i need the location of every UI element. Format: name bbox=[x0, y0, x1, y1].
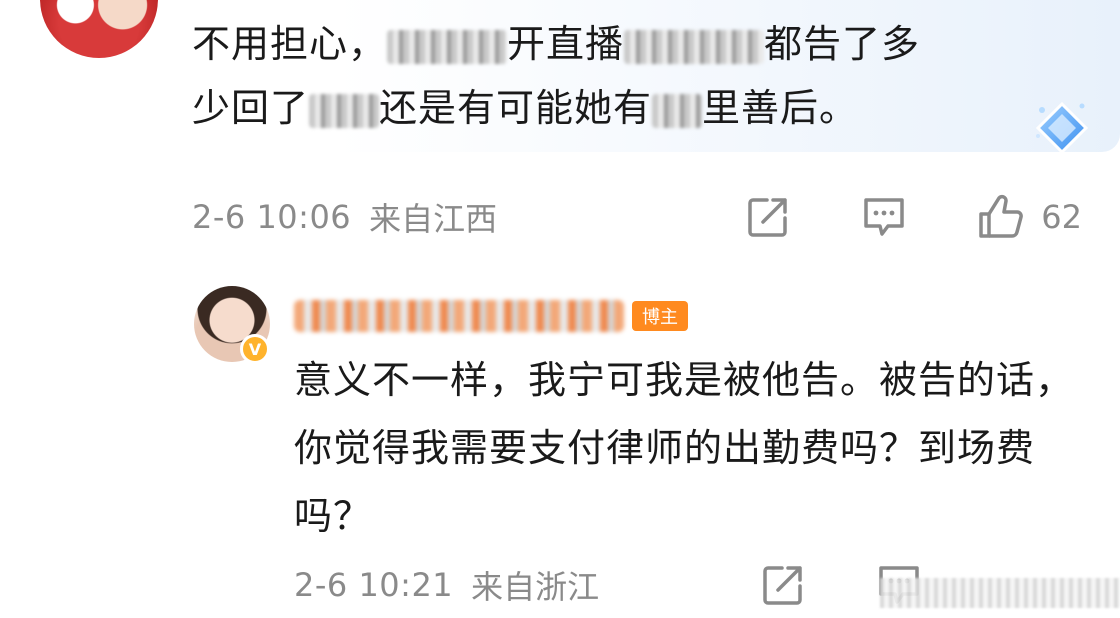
reply-location: 来自浙江 bbox=[471, 568, 600, 606]
redacted-text bbox=[309, 93, 380, 128]
comment-text-part: 少回了 bbox=[192, 86, 310, 130]
share-icon bbox=[763, 566, 802, 605]
comment-time: 2-6 10:06 bbox=[192, 198, 352, 236]
redacted-text bbox=[387, 29, 508, 64]
reply-time: 2-6 10:21 bbox=[294, 566, 454, 604]
comment-location: 来自江西 bbox=[369, 200, 498, 238]
comment-item: 不用担心， 开直播 都告了多 少回了 还是有可能她有 里善后。 2-6 10:06 bbox=[0, 0, 1120, 270]
comment-icon bbox=[864, 198, 905, 236]
redacted-text bbox=[624, 29, 765, 64]
redacted-username bbox=[294, 300, 624, 332]
comment-text-part: 都告了多 bbox=[764, 22, 921, 66]
comment-text-part: 还是有可能她有 bbox=[379, 86, 653, 130]
thumbs-up-icon bbox=[979, 194, 1024, 238]
blogger-badge: 博主 bbox=[632, 301, 688, 331]
comment-text-part: 里善后。 bbox=[702, 86, 859, 130]
comment-meta: 2-6 10:06 来自江西 62 bbox=[192, 192, 1082, 242]
like-count: 62 bbox=[1041, 198, 1082, 236]
watermark bbox=[880, 578, 1120, 608]
reply-author[interactable]: 博主 bbox=[294, 296, 688, 336]
redacted-text bbox=[652, 93, 703, 128]
comment-thread: 不用担心， 开直播 都告了多 少回了 还是有可能她有 里善后。 2-6 10:06 bbox=[0, 0, 1120, 618]
reply-text: 意义不一样，我宁可我是被他告。被告的话，你觉得我需要支付律师的出勤费吗？到场费吗… bbox=[294, 358, 1075, 538]
like-button[interactable] bbox=[975, 192, 1025, 242]
comment-text-part: 不用担心， bbox=[192, 22, 388, 66]
comment-text: 不用担心， 开直播 都告了多 少回了 还是有可能她有 里善后。 bbox=[192, 12, 1072, 140]
diamond-badge-icon bbox=[1030, 96, 1094, 160]
reply-share-button[interactable] bbox=[758, 560, 808, 610]
comment-button[interactable] bbox=[859, 192, 909, 242]
comment-text-part: 开直播 bbox=[507, 22, 625, 66]
verified-v-icon: V bbox=[240, 334, 270, 364]
comment-actions: 62 bbox=[743, 192, 1082, 242]
share-icon bbox=[748, 198, 788, 237]
share-button[interactable] bbox=[743, 192, 793, 242]
